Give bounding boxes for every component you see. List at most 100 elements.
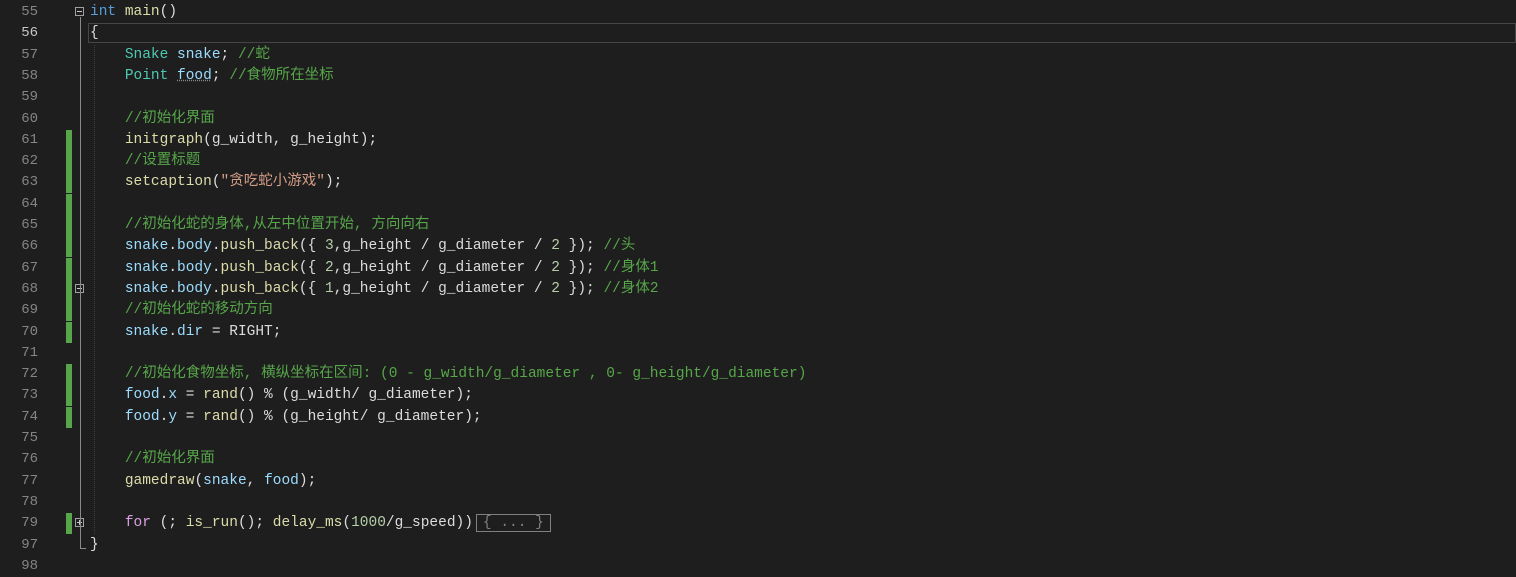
code-token: int bbox=[90, 4, 117, 20]
code-editor[interactable]: 55 int main() 56{57 Snake snake; //蛇 58 Poi… bbox=[0, 0, 1516, 574]
code-token: gamedraw bbox=[124, 472, 195, 489]
line-number: 69 bbox=[21, 302, 38, 319]
code-line[interactable]: 57 Snake snake; //蛇 bbox=[0, 45, 1516, 66]
code-text[interactable]: //初始化食物坐标, 横纵坐标在区间: (0 - g_width/g_diame… bbox=[90, 364, 807, 385]
code-text[interactable]: food.y = rand() % (g_height/ g_diameter)… bbox=[90, 407, 482, 428]
line-number: 75 bbox=[21, 430, 38, 446]
code-line[interactable]: 76 //初始化界面 bbox=[0, 449, 1516, 470]
code-line[interactable]: 72 //初始化食物坐标, 横纵坐标在区间: (0 - g_width/g_di… bbox=[0, 364, 1516, 386]
code-text[interactable]: snake.body.push_back({ 3,g_height / g_di… bbox=[90, 236, 636, 257]
collapse-fold-icon[interactable] bbox=[75, 7, 84, 16]
code-line[interactable]: 78 bbox=[0, 492, 1516, 513]
code-token: . bbox=[168, 238, 178, 255]
code-token: 1 bbox=[324, 280, 334, 297]
code-line[interactable]: 62 //设置标题 bbox=[0, 151, 1516, 173]
line-number: 64 bbox=[21, 195, 38, 212]
code-token: push_back bbox=[220, 280, 299, 297]
code-line[interactable]: 66 snake.body.push_back({ 3,g_height / g… bbox=[0, 236, 1516, 258]
code-text[interactable]: //初始化界面 bbox=[90, 109, 215, 130]
change-marker bbox=[66, 321, 72, 343]
code-token: snake bbox=[124, 280, 169, 297]
code-token: body bbox=[177, 280, 212, 297]
code-line[interactable]: 73 food.x = rand() % (g_width/ g_diamete… bbox=[0, 385, 1516, 407]
code-line[interactable]: 71 bbox=[0, 343, 1516, 364]
code-line[interactable]: 56 { bbox=[0, 23, 1516, 44]
line-number: 60 bbox=[21, 110, 38, 127]
code-text[interactable]: int main() bbox=[90, 2, 177, 23]
code-token: Snake bbox=[124, 46, 169, 63]
line-number: 67 bbox=[21, 259, 38, 276]
code-token: . bbox=[168, 323, 178, 340]
line-number: 57 bbox=[21, 46, 38, 63]
code-text[interactable]: gamedraw(snake, food); bbox=[90, 471, 316, 492]
code-line[interactable]: 58 Point food; //食物所在坐标 bbox=[0, 66, 1516, 87]
code-text[interactable]: Snake snake; //蛇 bbox=[90, 45, 270, 66]
code-text[interactable]: initgraph(g_width, g_height); bbox=[90, 130, 377, 151]
code-text[interactable]: //初始化蛇的移动方向 bbox=[90, 300, 273, 321]
code-line[interactable]: 67 snake.body.push_back({ 2,g_height / g… bbox=[0, 257, 1516, 279]
code-text[interactable]: } bbox=[90, 535, 99, 556]
line-number: 58 bbox=[21, 67, 38, 84]
code-line[interactable]: 75 bbox=[0, 428, 1516, 449]
code-token: push_back bbox=[220, 238, 299, 255]
code-text[interactable]: setcaption("贪吃蛇小游戏"); bbox=[90, 172, 343, 193]
change-marker bbox=[66, 278, 72, 300]
code-token: . bbox=[168, 259, 178, 276]
line-number: 77 bbox=[21, 472, 38, 489]
code-line[interactable]: 60 //初始化界面 bbox=[0, 109, 1516, 130]
code-token: y bbox=[168, 408, 178, 425]
code-line[interactable]: 65 //初始化蛇的身体,从左中位置开始, 方向向右 bbox=[0, 215, 1516, 236]
code-text[interactable]: { bbox=[90, 23, 99, 44]
code-token: = bbox=[177, 408, 204, 425]
code-text[interactable]: food.x = rand() % (g_width/ g_diameter); bbox=[90, 385, 473, 406]
code-token: x bbox=[168, 387, 178, 404]
code-line[interactable]: 63 setcaption("贪吃蛇小游戏"); bbox=[0, 172, 1516, 194]
code-text[interactable]: for (; is_run(); delay_ms(1000/g_speed))… bbox=[90, 513, 551, 534]
code-token: ); bbox=[298, 472, 317, 489]
code-text[interactable]: //设置标题 bbox=[90, 151, 200, 172]
code-line[interactable]: 64 bbox=[0, 193, 1516, 215]
line-number: 68 bbox=[21, 280, 38, 297]
change-marker bbox=[66, 151, 72, 173]
code-text[interactable]: //初始化蛇的身体,从左中位置开始, 方向向右 bbox=[90, 215, 430, 236]
code-line[interactable]: 59 bbox=[0, 87, 1516, 108]
code-line[interactable]: 74 food.y = rand() % (g_height/ g_diamet… bbox=[0, 406, 1516, 428]
code-text[interactable]: snake.dir = RIGHT; bbox=[90, 322, 282, 343]
code-token: body bbox=[177, 259, 212, 276]
code-line[interactable]: 69 //初始化蛇的移动方向 bbox=[0, 300, 1516, 322]
code-line[interactable]: 70 snake.dir = RIGHT; bbox=[0, 321, 1516, 343]
code-token: () bbox=[159, 4, 178, 20]
code-line[interactable]: 77 gamedraw(snake, food); bbox=[0, 471, 1516, 492]
code-token: 2 bbox=[551, 280, 560, 297]
change-marker bbox=[66, 236, 72, 258]
code-token: , bbox=[246, 472, 265, 489]
code-text[interactable]: Point food; //食物所在坐标 bbox=[90, 66, 334, 87]
code-line[interactable]: 79 for (; is_run(); delay_ms(1000/g_spee… bbox=[0, 513, 1516, 535]
code-token: rand bbox=[203, 387, 238, 404]
code-text[interactable]: snake.body.push_back({ 2,g_height / g_di… bbox=[90, 258, 659, 279]
code-text[interactable]: //初始化界面 bbox=[90, 449, 215, 470]
code-token: . bbox=[211, 238, 221, 255]
current-line-highlight bbox=[88, 23, 1516, 44]
code-token: food bbox=[124, 408, 160, 425]
code-token: 1000 bbox=[351, 515, 386, 532]
collapsed-block-button[interactable]: { ... } bbox=[475, 514, 551, 533]
code-line[interactable]: 55 int main() bbox=[0, 2, 1516, 23]
code-line[interactable]: 61 initgraph(g_width, g_height); bbox=[0, 129, 1516, 151]
code-line[interactable]: 98 bbox=[0, 556, 1516, 577]
line-number: 98 bbox=[21, 557, 38, 574]
code-token: }); bbox=[559, 238, 604, 255]
line-number: 59 bbox=[21, 89, 38, 106]
code-line[interactable]: 97} bbox=[0, 535, 1516, 556]
code-line[interactable]: 68 snake.body.push_back({ 1,g_height / g… bbox=[0, 278, 1516, 300]
code-token: = bbox=[203, 323, 230, 340]
code-text[interactable]: snake.body.push_back({ 1,g_height / g_di… bbox=[90, 279, 659, 300]
